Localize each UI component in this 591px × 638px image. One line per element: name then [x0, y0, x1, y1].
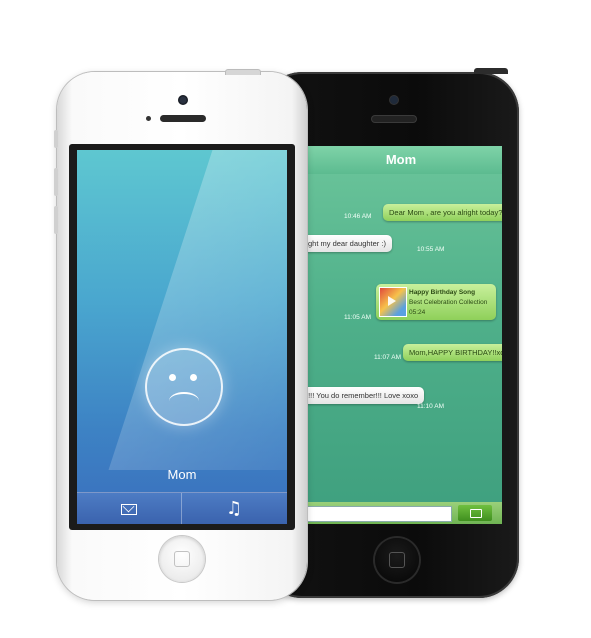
music-note-icon: ♫ [226, 498, 243, 519]
song-title: Happy Birthday Song [409, 289, 476, 296]
sad-face-icon [145, 348, 223, 426]
volume-down-button [54, 206, 58, 234]
message-timestamp: 10:46 AM [344, 213, 372, 220]
envelope-icon [121, 504, 137, 515]
message-timestamp: 11:07 AM [374, 354, 401, 361]
chat-title: Mom [300, 146, 502, 174]
message-bubble-incoming[interactable]: MG!!! You do remember!!! Love xoxo [300, 387, 425, 404]
song-album: Best Celebration Collection [409, 299, 488, 306]
chat-screen: Mom Dear Mom , are you alright today? 10… [300, 146, 502, 524]
play-icon [388, 296, 396, 306]
message-send-icon [470, 509, 482, 518]
message-bubble-outgoing[interactable]: Mom,HAPPY BIRTHDAY!!xoxo [403, 344, 502, 361]
message-timestamp: 11:10 AM [417, 403, 444, 410]
song-duration: 05:24 [409, 309, 426, 316]
call-screen: Mom ♫ [77, 150, 287, 524]
chat-input-bar [300, 502, 502, 524]
message-timestamp: 10:55 AM [417, 246, 445, 253]
message-button[interactable] [77, 493, 181, 524]
message-bubble-outgoing[interactable]: Dear Mom , are you alright today? [383, 204, 502, 221]
message-bubble-incoming[interactable]: alright my dear daughter :) [300, 235, 392, 252]
home-square-icon [389, 552, 405, 568]
music-button[interactable]: ♫ [182, 493, 286, 524]
left-eye [169, 374, 176, 381]
earpiece-speaker [160, 115, 206, 122]
power-button [474, 68, 508, 74]
volume-up-button [54, 168, 58, 196]
frown [169, 392, 199, 410]
album-art-thumbnail [379, 287, 407, 317]
power-button [225, 69, 261, 75]
mute-switch [54, 130, 58, 148]
earpiece-speaker [372, 116, 416, 122]
right-eye [190, 374, 197, 381]
home-button[interactable] [375, 538, 419, 582]
front-camera [390, 96, 398, 104]
song-attachment-bubble[interactable]: Happy Birthday Song Best Celebration Col… [376, 284, 496, 320]
home-square-icon [174, 551, 190, 567]
caller-name: Mom [167, 467, 197, 482]
screen-bezel: Mom ♫ [69, 144, 295, 530]
white-phone: Mom ♫ [54, 69, 307, 600]
call-action-bar: ♫ [77, 492, 287, 524]
front-camera [178, 95, 188, 105]
proximity-sensor [146, 116, 151, 121]
send-button[interactable] [458, 505, 492, 521]
message-timestamp: 11:05 AM [344, 314, 371, 321]
home-button[interactable] [159, 536, 205, 582]
message-input[interactable] [300, 506, 452, 522]
